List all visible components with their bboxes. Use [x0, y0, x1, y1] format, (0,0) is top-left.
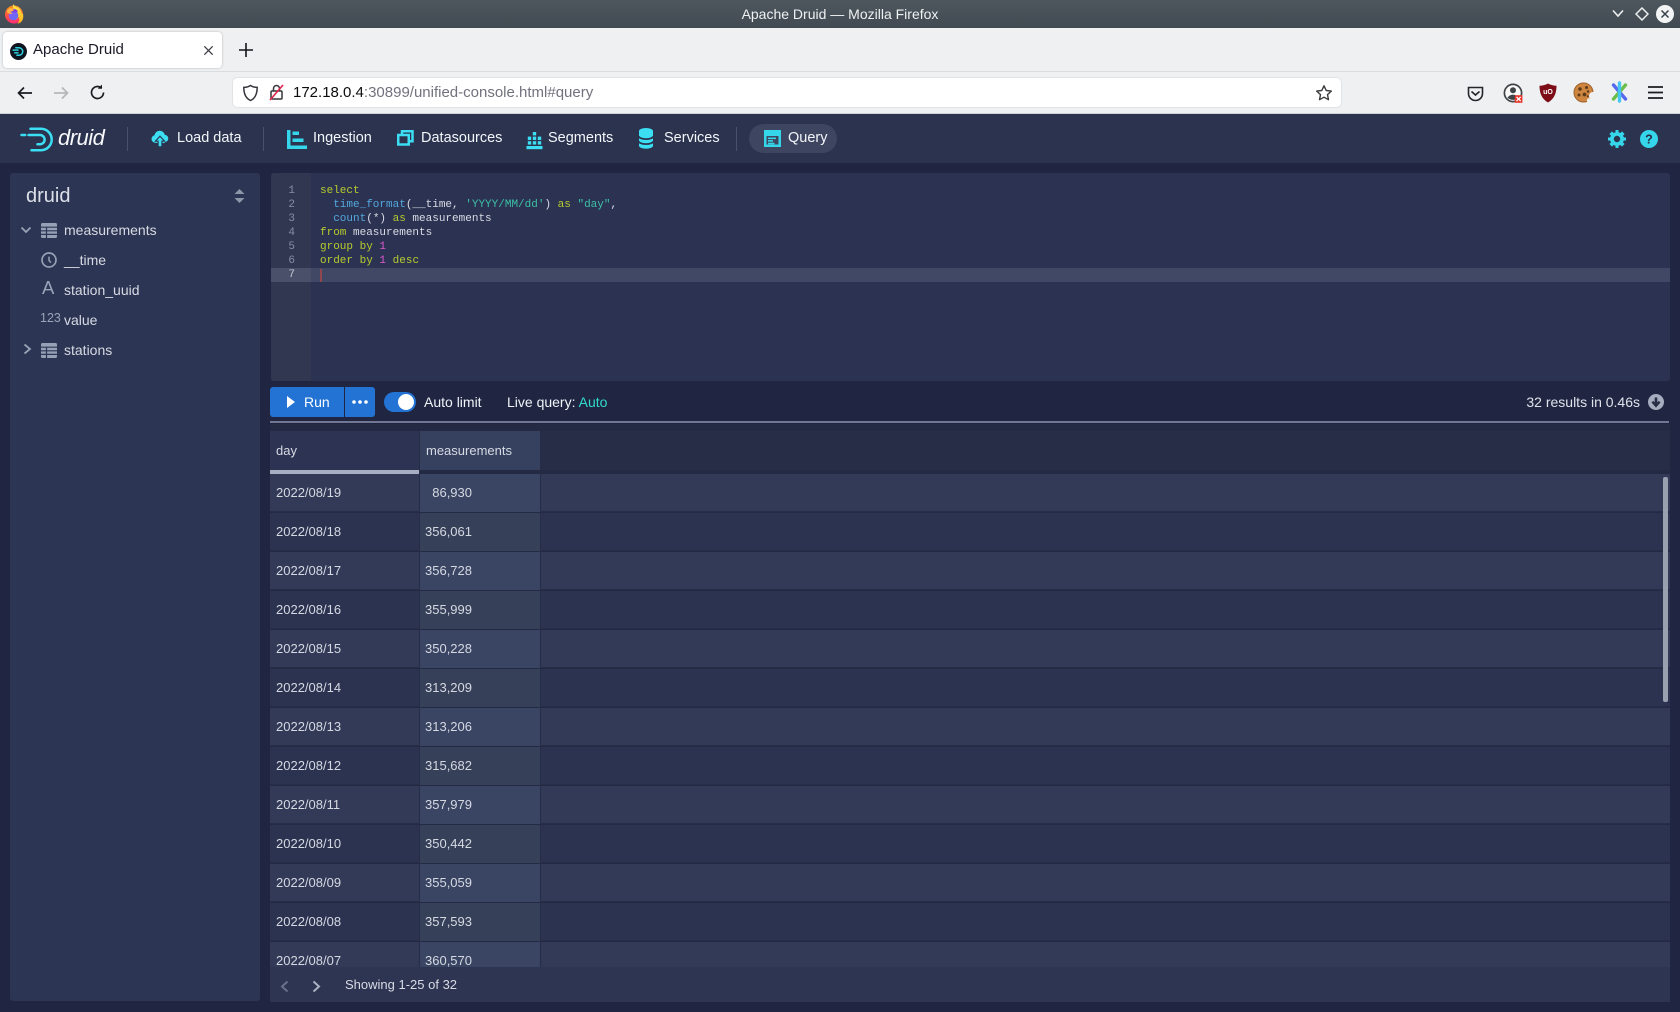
svg-text:uO: uO	[1543, 89, 1553, 96]
svg-text:?: ?	[1645, 133, 1653, 147]
